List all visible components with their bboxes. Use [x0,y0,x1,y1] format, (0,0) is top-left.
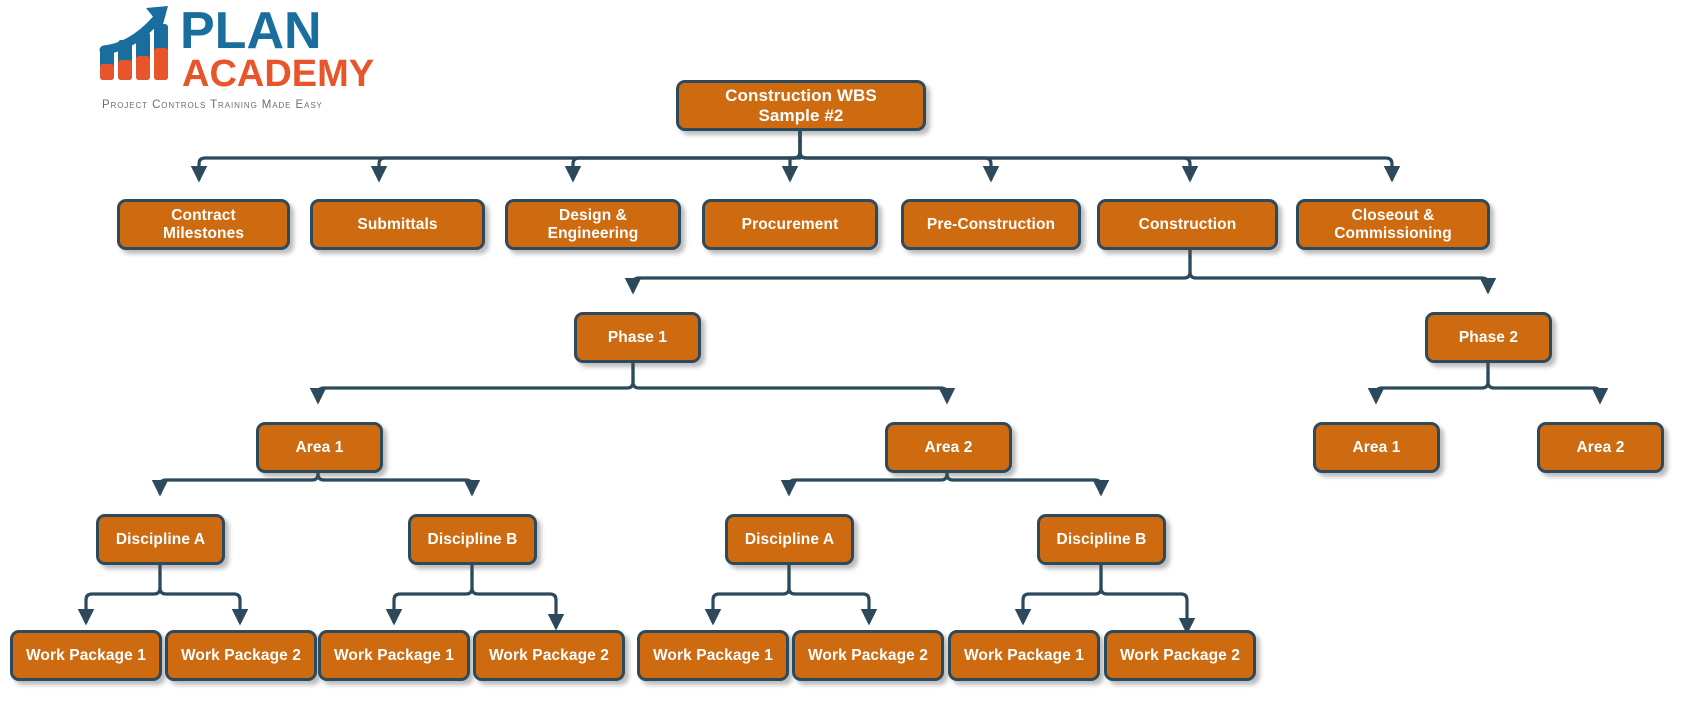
wbs-node-phase-1[interactable]: Phase 1 [574,312,701,363]
wbs-node-work-package-2[interactable]: Work Package 2 [165,630,317,681]
wbs-node-design-engineering[interactable]: Design & Engineering [505,199,681,250]
wbs-node-phase2-area-1-label: Area 1 [1352,438,1401,456]
logo-academy-text: ACADEMY [182,53,374,95]
wbs-node-phase1-area-1-label: Area 1 [295,438,344,456]
logo-plan-text: PLAN [180,2,322,60]
wbs-node-root-label: Construction WBS Sample #2 [725,85,877,125]
wbs-node-pre-construction[interactable]: Pre-Construction [901,199,1081,250]
wbs-node-area2-discipline-a[interactable]: Discipline A [725,514,854,565]
wbs-node-work-package-7-label: Work Package 1 [963,646,1084,664]
wbs-node-work-package-5[interactable]: Work Package 1 [637,630,789,681]
wbs-node-submittals[interactable]: Submittals [310,199,485,250]
wbs-node-work-package-1[interactable]: Work Package 1 [10,630,162,681]
wbs-node-phase2-area-1[interactable]: Area 1 [1313,422,1440,473]
wbs-node-work-package-4[interactable]: Work Package 2 [473,630,625,681]
wbs-node-phase1-area-2[interactable]: Area 2 [885,422,1012,473]
wbs-node-work-package-3-label: Work Package 1 [333,646,454,664]
wbs-node-work-package-8-label: Work Package 2 [1119,646,1240,664]
wbs-node-work-package-1-label: Work Package 1 [25,646,146,664]
wbs-node-phase-1-label: Phase 1 [607,328,668,346]
wbs-node-work-package-6[interactable]: Work Package 2 [792,630,944,681]
wbs-node-phase2-area-2[interactable]: Area 2 [1537,422,1664,473]
wbs-node-area2-discipline-b-label: Discipline B [1056,530,1147,548]
wbs-node-closeout-commissioning[interactable]: Closeout & Commissioning [1296,199,1490,250]
wbs-node-phase1-area-2-label: Area 2 [924,438,973,456]
wbs-node-work-package-7[interactable]: Work Package 1 [948,630,1100,681]
wbs-node-phase1-area-1[interactable]: Area 1 [256,422,383,473]
wbs-node-phase2-area-2-label: Area 2 [1576,438,1625,456]
wbs-node-procurement-label: Procurement [741,215,839,233]
wbs-node-area1-discipline-a-label: Discipline A [115,530,206,548]
wbs-node-work-package-4-label: Work Package 2 [488,646,609,664]
wbs-node-area2-discipline-b[interactable]: Discipline B [1037,514,1166,565]
wbs-node-pre-construction-label: Pre-Construction [926,215,1056,233]
wbs-node-area1-discipline-b[interactable]: Discipline B [408,514,537,565]
wbs-diagram-canvas: PLAN ACADEMY Project Controls Training M… [0,0,1684,702]
wbs-node-design-engineering-label: Design & Engineering [547,206,639,242]
wbs-node-work-package-2-label: Work Package 2 [180,646,301,664]
wbs-node-construction[interactable]: Construction [1097,199,1278,250]
wbs-node-root[interactable]: Construction WBS Sample #2 [676,80,926,131]
wbs-node-work-package-6-label: Work Package 2 [807,646,928,664]
wbs-node-procurement[interactable]: Procurement [702,199,878,250]
logo-bars-icon [100,24,168,80]
wbs-node-area2-discipline-a-label: Discipline A [744,530,835,548]
logo-tagline-text: Project Controls Training Made Easy [102,99,323,111]
wbs-node-area1-discipline-a[interactable]: Discipline A [96,514,225,565]
wbs-node-contract-milestones[interactable]: Contract Milestones [117,199,290,250]
wbs-node-work-package-5-label: Work Package 1 [652,646,773,664]
wbs-node-contract-milestones-label: Contract Milestones [162,206,245,242]
wbs-node-submittals-label: Submittals [357,215,438,233]
wbs-node-construction-label: Construction [1138,215,1237,233]
plan-academy-logo: PLAN ACADEMY Project Controls Training M… [96,2,396,120]
wbs-node-closeout-commissioning-label: Closeout & Commissioning [1334,206,1452,242]
wbs-node-phase-2[interactable]: Phase 2 [1425,312,1552,363]
wbs-node-phase-2-label: Phase 2 [1458,328,1519,346]
wbs-node-work-package-3[interactable]: Work Package 1 [318,630,470,681]
wbs-node-area1-discipline-b-label: Discipline B [427,530,518,548]
wbs-node-work-package-8[interactable]: Work Package 2 [1104,630,1256,681]
